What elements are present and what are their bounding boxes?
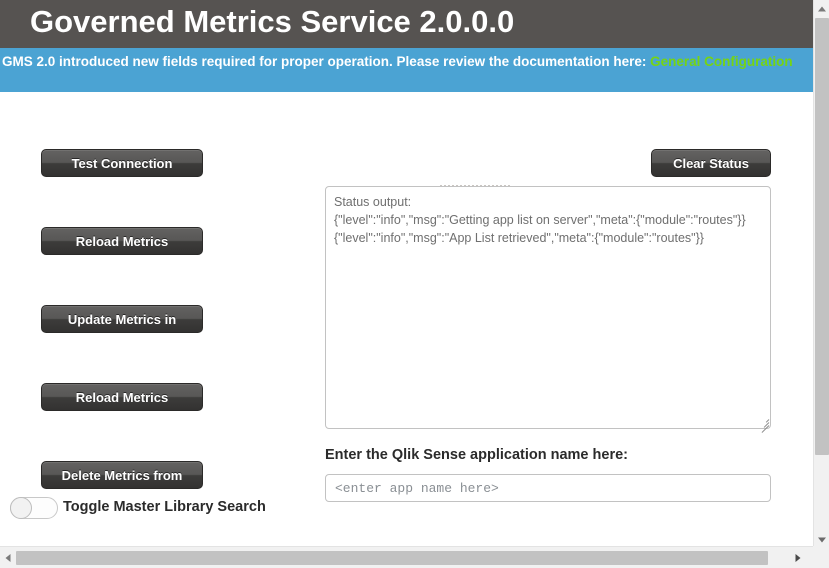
scrollbar-corner bbox=[813, 546, 829, 568]
delete-metrics-button[interactable]: Delete Metrics from bbox=[41, 461, 203, 489]
app-name-input[interactable] bbox=[325, 474, 771, 502]
app-name-label: Enter the Qlik Sense application name he… bbox=[325, 447, 628, 463]
clear-status-button[interactable]: Clear Status bbox=[651, 149, 771, 177]
status-output-textarea[interactable] bbox=[325, 186, 771, 429]
scroll-left-button[interactable] bbox=[0, 547, 16, 568]
reload-metrics-button-2[interactable]: Reload Metrics bbox=[41, 383, 203, 411]
page-content: Governed Metrics Service 2.0.0.0 GMS 2.0… bbox=[0, 0, 813, 546]
chevron-down-icon bbox=[818, 537, 826, 542]
horizontal-scrollbar[interactable] bbox=[0, 546, 813, 568]
master-library-search-toggle-row: Toggle Master Library Search bbox=[10, 496, 310, 522]
browser-viewport: Governed Metrics Service 2.0.0.0 GMS 2.0… bbox=[0, 0, 829, 568]
page-title: Governed Metrics Service 2.0.0.0 bbox=[30, 4, 515, 39]
notice-banner: GMS 2.0 introduced new fields required f… bbox=[0, 48, 813, 92]
scroll-right-button[interactable] bbox=[790, 547, 806, 568]
scroll-up-button[interactable] bbox=[814, 0, 829, 17]
chevron-right-icon bbox=[795, 553, 801, 562]
main-panel: Test Connection Reload Metrics Update Me… bbox=[0, 92, 813, 546]
chevron-left-icon bbox=[5, 553, 11, 562]
notice-banner-text: GMS 2.0 introduced new fields required f… bbox=[2, 52, 807, 72]
vertical-scrollbar-thumb[interactable] bbox=[815, 18, 829, 455]
toggle-knob bbox=[10, 497, 32, 519]
test-connection-button[interactable]: Test Connection bbox=[41, 149, 203, 177]
app-header: Governed Metrics Service 2.0.0.0 bbox=[0, 0, 813, 48]
master-library-search-toggle-label: Toggle Master Library Search bbox=[63, 499, 266, 515]
reload-metrics-button-1[interactable]: Reload Metrics bbox=[41, 227, 203, 255]
chevron-up-icon bbox=[818, 6, 826, 11]
master-library-search-toggle[interactable] bbox=[10, 497, 58, 519]
notice-banner-message: GMS 2.0 introduced new fields required f… bbox=[2, 54, 651, 69]
horizontal-scrollbar-thumb[interactable] bbox=[16, 551, 768, 565]
update-metrics-button[interactable]: Update Metrics in bbox=[41, 305, 203, 333]
vertical-scrollbar[interactable] bbox=[813, 0, 829, 568]
general-configuration-link[interactable]: General Configuration bbox=[650, 54, 793, 69]
